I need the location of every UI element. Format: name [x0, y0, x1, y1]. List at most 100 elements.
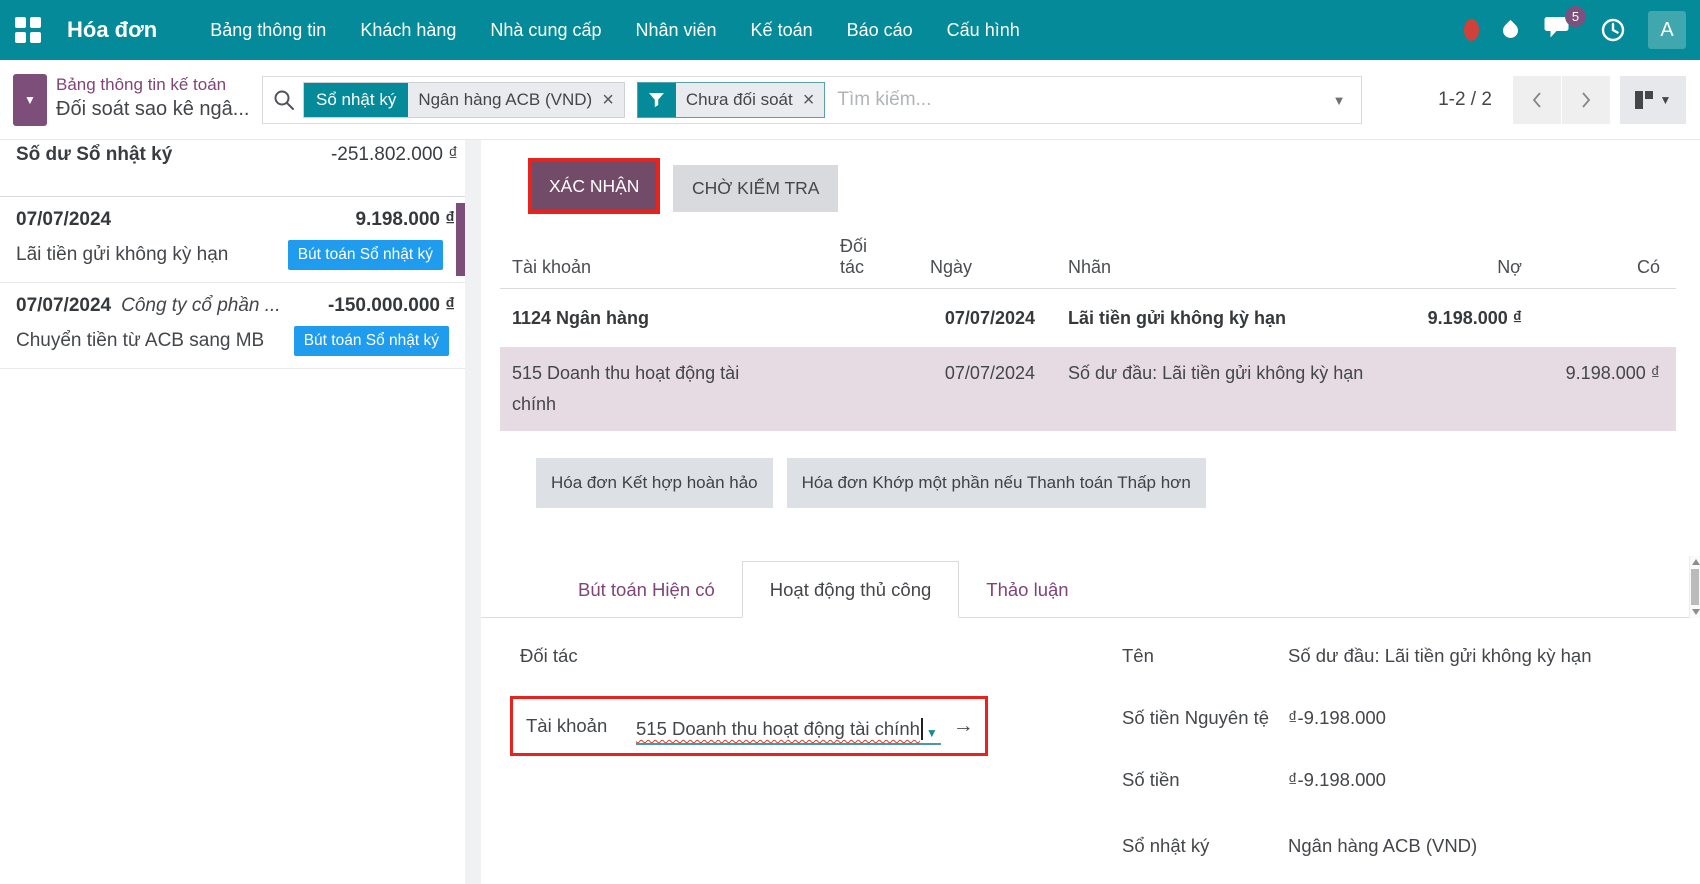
remove-facet-icon[interactable]: ×: [602, 90, 614, 110]
search-input[interactable]: [837, 89, 1317, 111]
statement-line-item[interactable]: 07/07/2024 9.198.000 ₫ Lãi tiền gửi khôn…: [0, 197, 465, 283]
account-field-input[interactable]: 515 Doanh thu hoạt động tài chính ▼: [636, 707, 941, 745]
facet-value: Chưa đối soát: [685, 90, 793, 109]
mini-scrollbar[interactable]: [1689, 556, 1700, 618]
table-row[interactable]: 1124 Ngân hàng 07/07/2024 Lãi tiền gửi k…: [500, 289, 1676, 347]
record-indicator-icon: [1464, 19, 1479, 41]
pager-previous-button[interactable]: [1513, 76, 1561, 124]
search-dropdown-toggle[interactable]: ▼: [1317, 77, 1361, 123]
breadcrumb-menu-button[interactable]: ▼: [13, 74, 47, 126]
droplet-icon[interactable]: [1499, 19, 1522, 41]
partner-field-label: Đối tác: [520, 645, 578, 666]
kanban-view-icon: [1634, 91, 1653, 109]
journal-value[interactable]: Ngân hàng ACB (VND): [1288, 835, 1477, 857]
nav-menu: Bảng thông tin Khách hàng Nhà cung cấp N…: [193, 0, 1037, 60]
amount-label: Số tiền: [1122, 769, 1180, 790]
cell-account: 515 Doanh thu hoạt động tài chính: [512, 363, 740, 414]
nav-item-settings[interactable]: Cấu hình: [930, 0, 1037, 60]
journal-label: Sổ nhật ký: [1122, 835, 1210, 856]
journal-entry-badge[interactable]: Bút toán Sổ nhật ký: [293, 326, 449, 356]
nav-item-accounting[interactable]: Kế toán: [734, 0, 830, 60]
journal-balance-row: Số dư Sổ nhật ký -251.802.000 ₫: [0, 140, 465, 197]
user-avatar[interactable]: A: [1648, 11, 1686, 49]
breadcrumb-parent-link[interactable]: Bảng thông tin kế toán: [56, 75, 226, 95]
name-field-label: Tên: [1122, 645, 1154, 666]
line-date: 07/07/2024: [16, 295, 112, 316]
line-amount: -150.000.000 ₫: [327, 295, 455, 316]
cell-date: 07/07/2024: [944, 363, 1035, 383]
pager-next-button[interactable]: [1562, 76, 1610, 124]
caret-down-icon: ▼: [1659, 93, 1672, 107]
move-lines-table: Tài khoản Đối tác Ngày Nhãn Nợ Có 1124 N…: [500, 215, 1676, 431]
to-check-button[interactable]: CHỜ KIỂM TRA: [673, 165, 839, 212]
line-label: Chuyển tiền từ ACB sang MB: [16, 330, 265, 351]
app-title[interactable]: Hóa đơn: [67, 17, 157, 43]
search-icon: [273, 89, 295, 111]
name-field-value[interactable]: Số dư đầu: Lãi tiền gửi không kỳ hạn: [1288, 645, 1671, 667]
name-field-row: Tên Số dư đầu: Lãi tiền gửi không kỳ hạn: [1122, 645, 1671, 667]
chat-count-badge: 5: [1565, 6, 1586, 27]
cell-label: Lãi tiền gửi không kỳ hạn: [1068, 307, 1287, 328]
column-header-credit: Có: [1636, 257, 1660, 277]
control-bar: ▼ Bảng thông tin kế toán Đối soát sao kê…: [0, 60, 1700, 140]
column-header-label: Nhãn: [1068, 257, 1112, 277]
reconciliation-panel: XÁC NHẬN CHỜ KIỂM TRA Tài khoản Đối tác …: [481, 140, 1700, 884]
caret-down-icon[interactable]: ▼: [923, 726, 941, 740]
scrollbar-thumb[interactable]: [1691, 569, 1699, 605]
search-bar[interactable]: Sổ nhật ký Ngân hàng ACB (VND) × Chưa đố…: [262, 76, 1362, 124]
matching-rules-row: Hóa đơn Kết hợp hoàn hảo Hóa đơn Khớp mộ…: [536, 458, 1206, 508]
cell-label: Số dư đầu: Lãi tiền gửi không kỳ hạn: [1068, 363, 1364, 383]
top-navbar: Hóa đơn Bảng thông tin Khách hàng Nhà cu…: [0, 0, 1700, 60]
amount-currency-value[interactable]: ₫-9.198.000: [1288, 707, 1386, 729]
facet-value: Ngân hàng ACB (VND): [418, 90, 593, 109]
view-switcher-button[interactable]: ▼: [1620, 76, 1686, 124]
nav-item-reports[interactable]: Báo cáo: [830, 0, 930, 60]
account-field-row-highlighted: Tài khoản 515 Doanh thu hoạt động tài ch…: [510, 696, 988, 756]
perfect-match-button[interactable]: Hóa đơn Kết hợp hoàn hảo: [536, 458, 773, 508]
messages-icon[interactable]: 5: [1544, 6, 1586, 45]
line-label: Lãi tiền gửi không kỳ hạn: [16, 244, 229, 265]
activities-clock-icon[interactable]: [1600, 17, 1626, 43]
table-row-highlighted[interactable]: 515 Doanh thu hoạt động tài chính 07/07/…: [500, 347, 1676, 431]
caret-down-icon: ▼: [1332, 92, 1346, 108]
facet-category-label: Sổ nhật ký: [304, 83, 409, 117]
line-date: 07/07/2024: [16, 209, 112, 230]
chevron-left-icon: [1532, 92, 1541, 108]
line-partner: Công ty cổ phần ...: [121, 295, 281, 316]
scroll-up-arrow-icon[interactable]: [1692, 559, 1700, 565]
statement-line-item[interactable]: 07/07/2024 Công ty cổ phần ... -150.000.…: [0, 283, 465, 369]
tab-existing-entries[interactable]: Bút toán Hiện có: [551, 561, 742, 618]
internal-link-arrow-icon[interactable]: →: [953, 714, 974, 738]
navbar-right: 5 A: [1464, 6, 1686, 49]
tab-discuss[interactable]: Thảo luận: [959, 561, 1095, 618]
balance-value: -251.802.000 ₫: [330, 144, 458, 165]
search-facet-journal: Sổ nhật ký Ngân hàng ACB (VND) ×: [303, 82, 625, 118]
journal-entry-badge[interactable]: Bút toán Sổ nhật ký: [287, 240, 443, 270]
tab-manual-operations[interactable]: Hoạt động thủ công: [741, 561, 960, 618]
apps-grid-icon[interactable]: [15, 17, 41, 43]
search-facet-filter: Chưa đối soát ×: [636, 82, 826, 118]
cell-credit: 9.198.000 ₫: [1565, 363, 1660, 383]
scroll-down-arrow-icon[interactable]: [1692, 609, 1700, 615]
breadcrumb-current: Đối soát sao kê ngâ...: [56, 98, 250, 120]
nav-item-employees[interactable]: Nhân viên: [618, 0, 733, 60]
nav-item-vendors[interactable]: Nhà cung cấp: [473, 0, 618, 60]
amount-currency-field-row: Số tiền Nguyên tệ ₫-9.198.000: [1122, 707, 1386, 729]
validate-button[interactable]: XÁC NHẬN: [528, 158, 661, 214]
caret-down-icon: ▼: [24, 93, 36, 107]
amount-value[interactable]: ₫-9.198.000: [1288, 769, 1386, 791]
panel-divider: [465, 140, 481, 884]
partial-match-button[interactable]: Hóa đơn Khớp một phần nếu Thanh toán Thấ…: [786, 458, 1206, 508]
remove-facet-icon[interactable]: ×: [803, 90, 815, 110]
nav-item-customers[interactable]: Khách hàng: [343, 0, 473, 60]
column-header-date: Ngày: [930, 257, 973, 277]
balance-label: Số dư Sổ nhật ký: [16, 144, 173, 165]
account-field-label: Tài khoản: [526, 715, 608, 736]
account-field-value: 515 Doanh thu hoạt động tài chính: [636, 718, 920, 739]
column-header-partner: Đối tác: [840, 236, 868, 277]
partner-field-row: Đối tác: [520, 645, 578, 667]
nav-item-dashboard[interactable]: Bảng thông tin: [193, 0, 343, 60]
column-header-account: Tài khoản: [512, 257, 592, 277]
statement-lines-panel: Số dư Sổ nhật ký -251.802.000 ₫ 07/07/20…: [0, 140, 465, 884]
filter-funnel-icon: [637, 83, 676, 117]
